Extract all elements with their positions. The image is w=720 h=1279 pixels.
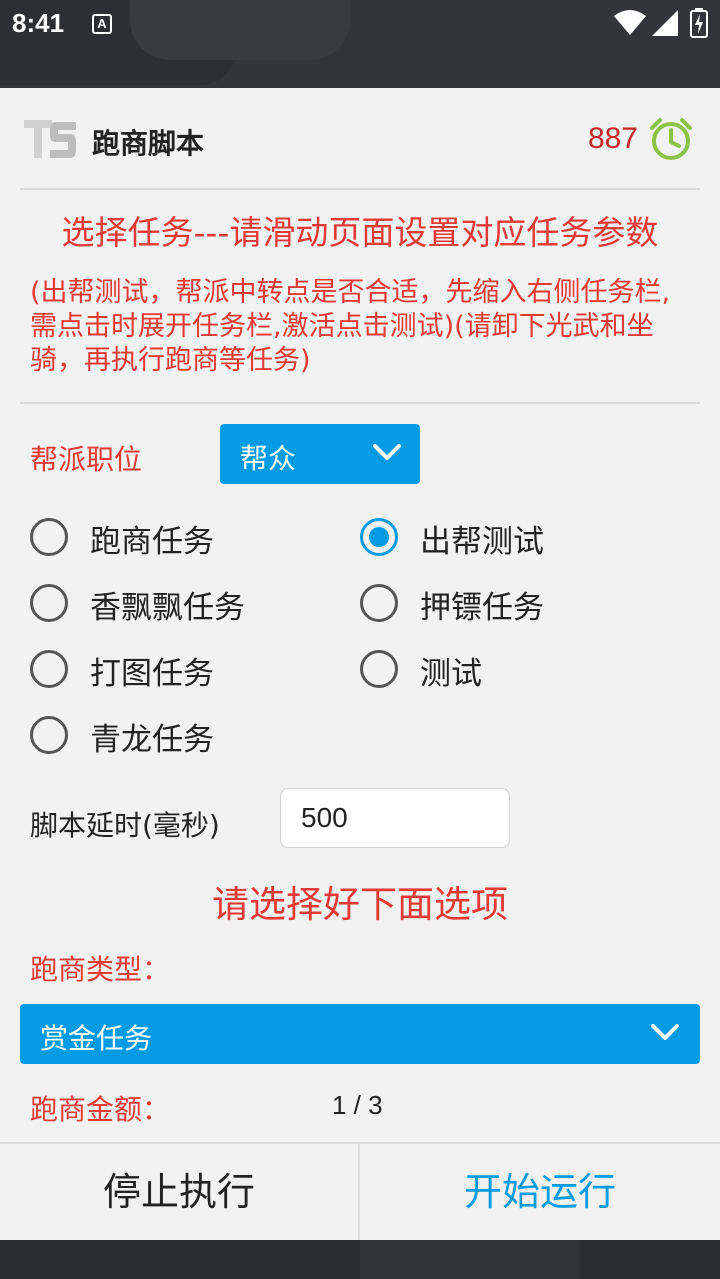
radio-circle xyxy=(360,650,398,688)
chevron-down-icon xyxy=(651,1024,679,1040)
signal-icon xyxy=(652,10,678,36)
task-radio-escort[interactable]: 押镖任务 xyxy=(360,578,660,628)
task-radio-qinglong[interactable]: 青龙任务 xyxy=(30,710,330,760)
radio-label: 押镖任务 xyxy=(420,590,544,626)
radio-circle xyxy=(30,716,68,754)
select-options-prompt: 请选择好下面选项 xyxy=(212,883,508,926)
radio-circle xyxy=(360,584,398,622)
trade-amount-label: 跑商金额： xyxy=(30,1093,171,1126)
battery-charging-icon xyxy=(690,8,708,38)
radio-label: 打图任务 xyxy=(90,656,214,692)
start-button[interactable]: 开始运行 xyxy=(360,1144,720,1240)
chevron-down-icon xyxy=(373,444,401,460)
notification-a-icon: A xyxy=(92,14,112,34)
navigation-bar-decoration xyxy=(360,1240,580,1279)
stop-button[interactable]: 停止执行 xyxy=(0,1144,360,1240)
alarm-clock-icon[interactable] xyxy=(648,116,694,162)
task-radio-map[interactable]: 打图任务 xyxy=(30,644,330,694)
bottom-action-bar: 停止执行 开始运行 xyxy=(0,1142,720,1240)
task-heading: 选择任务---请滑动页面设置对应任务参数 xyxy=(61,213,659,252)
app-header: 跑商脚本 887 xyxy=(20,108,700,190)
ts-logo-icon xyxy=(24,120,76,158)
guild-position-label: 帮派职位 xyxy=(30,443,143,476)
radio-circle xyxy=(30,518,68,556)
app-title: 跑商脚本 xyxy=(92,127,205,160)
script-delay-label: 脚本延时(毫秒) xyxy=(30,809,220,842)
radio-circle xyxy=(360,518,398,556)
radio-label: 香飘飘任务 xyxy=(90,590,245,626)
radio-circle xyxy=(30,584,68,622)
counter-value: 887 xyxy=(587,122,638,155)
script-delay-input[interactable] xyxy=(280,788,510,848)
trade-type-value: 赏金任务 xyxy=(40,1022,153,1055)
radio-label: 青龙任务 xyxy=(90,722,214,758)
status-bar-decoration xyxy=(130,0,350,60)
radio-label: 测试 xyxy=(420,656,482,692)
trade-type-label: 跑商类型： xyxy=(30,953,171,986)
guild-position-select[interactable]: 帮众 xyxy=(220,424,420,484)
task-radio-test[interactable]: 测试 xyxy=(360,644,660,694)
radio-label: 跑商任务 xyxy=(90,524,214,560)
task-radio-xiangpiaopiao[interactable]: 香飘飘任务 xyxy=(30,578,330,628)
task-radio-exit-guild-test[interactable]: 出帮测试 xyxy=(360,512,660,562)
trade-type-select[interactable]: 赏金任务 xyxy=(20,1004,700,1064)
navigation-bar xyxy=(0,1240,720,1279)
divider xyxy=(20,402,700,404)
radio-circle xyxy=(30,650,68,688)
status-bar: 8:41 A xyxy=(0,0,720,88)
trade-amount-value[interactable]: 1 / 3 xyxy=(332,1090,383,1121)
radio-label: 出帮测试 xyxy=(420,524,544,560)
task-radio-trade[interactable]: 跑商任务 xyxy=(30,512,330,562)
status-time: 8:41 xyxy=(12,8,65,38)
guild-position-value: 帮众 xyxy=(240,442,297,475)
instruction-note: (出帮测试，帮派中转点是否合适，先缩入右侧任务栏,需点击时展开任务栏,激活点击测… xyxy=(30,277,671,376)
app-container: 跑商脚本 887 选择任务---请滑动页面设置对应任务参数 (出帮测试，帮派中转… xyxy=(0,88,720,1240)
wifi-icon xyxy=(614,10,646,35)
